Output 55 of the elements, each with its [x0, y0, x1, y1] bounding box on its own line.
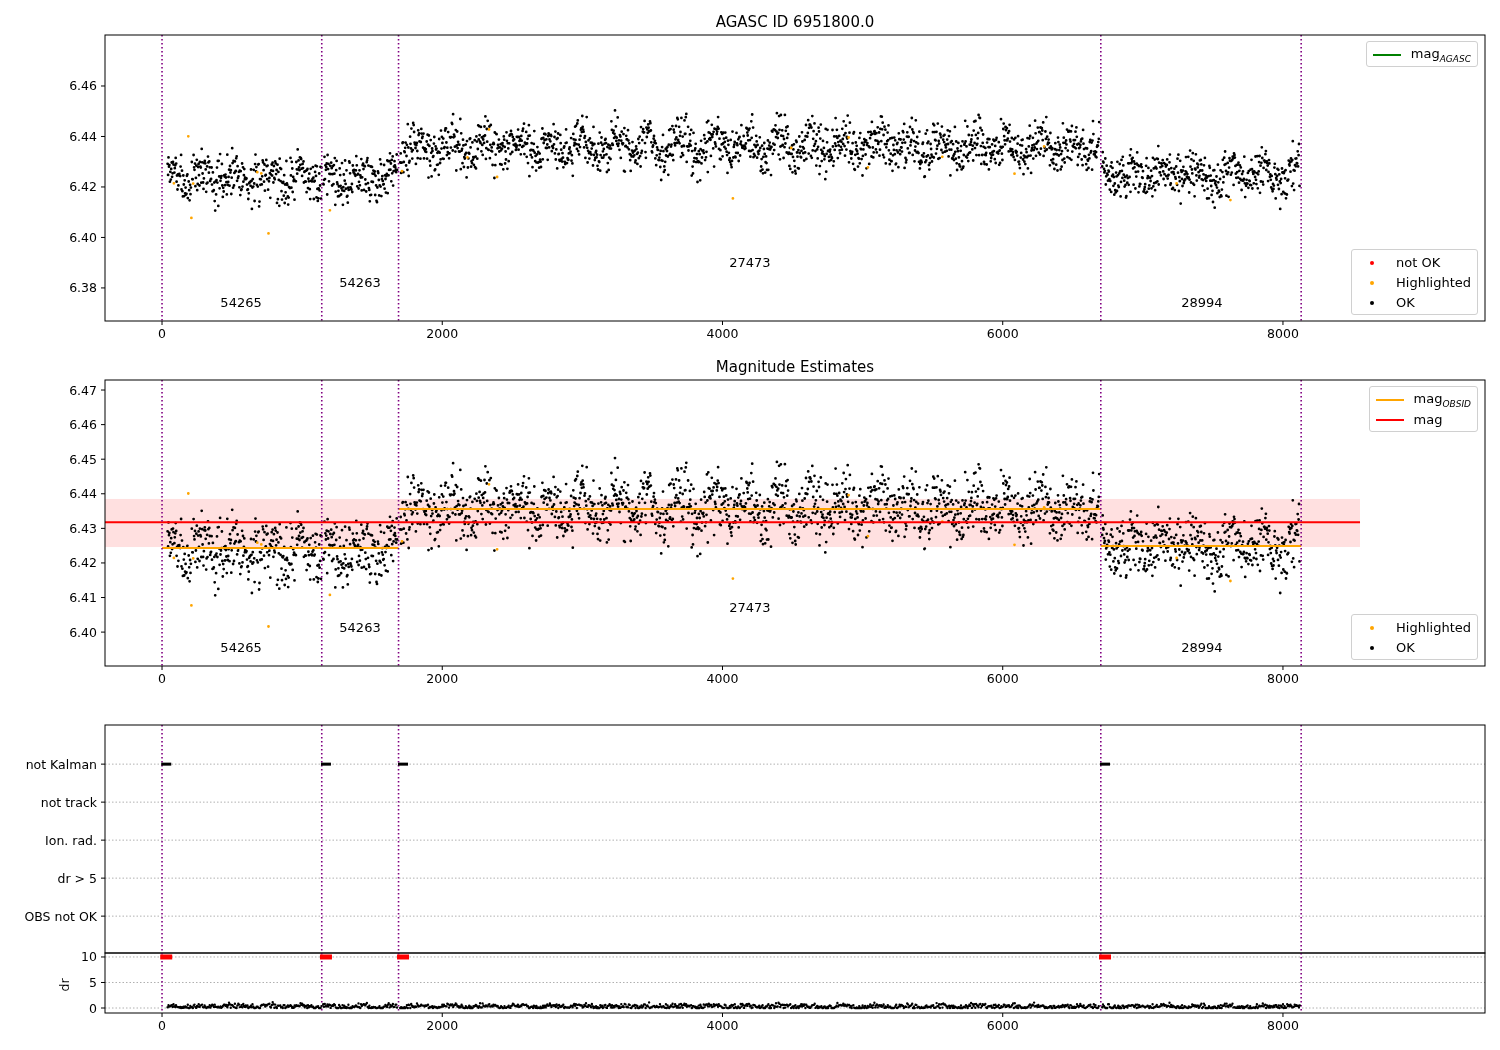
- tick-label: 6000: [986, 326, 1019, 341]
- legend-label: Highlighted: [1396, 275, 1471, 290]
- obsid-label: 28994: [1181, 294, 1223, 310]
- tick-label: 10: [81, 949, 97, 965]
- tick-label: 6.43: [69, 520, 97, 536]
- obsid-label: 54263: [339, 274, 381, 290]
- chart-title: Magnitude Estimates: [715, 358, 875, 376]
- legend-label: mag: [1413, 412, 1443, 427]
- tick-label: 8000: [1267, 671, 1299, 686]
- obsid-label: 27473: [729, 255, 771, 270]
- tick-label: 4000: [706, 1018, 739, 1033]
- tick-label: Ion. rad.: [45, 832, 97, 848]
- tick-label: 4000: [706, 326, 739, 341]
- tick-label: 6000: [986, 671, 1019, 686]
- tick-label: not track: [40, 794, 97, 810]
- tick-label: 5: [89, 975, 97, 990]
- tick-label: 0: [89, 1000, 97, 1016]
- tick-label: 2000: [426, 671, 459, 686]
- tick-label: 6.41: [69, 590, 97, 606]
- tick-label: 2000: [426, 1018, 459, 1033]
- tick-label: 6.45: [69, 451, 97, 467]
- tick-label: dr > 5: [57, 870, 97, 886]
- obsid-label: 28994: [1181, 640, 1223, 656]
- legend-label: mag$_{AGASC}$: [1410, 45, 1471, 64]
- tick-label: 6.38: [69, 280, 97, 296]
- tick-label: 6000: [986, 1018, 1019, 1033]
- tick-label: 6.42: [69, 555, 97, 571]
- tick-label: 6.40: [69, 624, 97, 640]
- tick-label: 8000: [1267, 1018, 1299, 1033]
- tick-label: 2000: [426, 326, 459, 341]
- obsid-label: 54265: [220, 294, 262, 310]
- legend-label: OK: [1396, 640, 1415, 655]
- chart-title: AGASC ID 6951800.0: [715, 13, 875, 31]
- tick-label: OBS not OK: [24, 908, 97, 924]
- tick-label: 4000: [706, 671, 739, 686]
- tick-label: 6.40: [69, 229, 97, 245]
- tick-label: 6.44: [69, 129, 97, 144]
- tick-label: 0: [158, 326, 166, 341]
- legend-label: not OK: [1396, 255, 1441, 270]
- tick-label: not Kalman: [25, 756, 97, 772]
- tick-label: 6.46: [69, 78, 97, 94]
- obsid-label: 54265: [220, 640, 262, 656]
- tick-label: 0: [158, 1018, 166, 1033]
- tick-label: 0: [158, 671, 166, 686]
- tick-label: 6.42: [69, 179, 97, 195]
- legend-label: mag$_{OBSID}$: [1413, 390, 1471, 409]
- tick-label: 8000: [1267, 326, 1299, 341]
- axis-label: dr: [57, 978, 72, 992]
- tick-label: 6.47: [69, 382, 97, 398]
- legend-label: OK: [1396, 295, 1415, 310]
- tick-label: 6.46: [69, 417, 97, 433]
- obsid-label: 27473: [729, 600, 771, 616]
- obsid-label: 54263: [339, 620, 381, 636]
- tick-label: 6.44: [69, 486, 97, 502]
- legend-label: Highlighted: [1396, 620, 1471, 635]
